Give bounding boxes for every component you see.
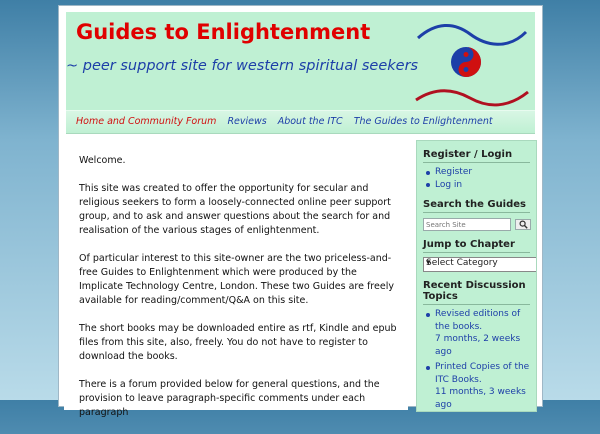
discussion-topic-link[interactable]: Printed Copies of the ITC Books. — [435, 362, 529, 385]
discussion-topic-time: 11 months, 3 weeks ago — [435, 387, 526, 410]
search-widget-title: Search the Guides — [423, 199, 530, 213]
discussion-topic-item[interactable]: Revised editions of the books. 7 months,… — [425, 308, 530, 358]
discussion-widget-title: Recent Discussion Topics — [423, 280, 530, 305]
register-link[interactable]: Register — [425, 166, 530, 179]
chapter-widget-title: Jump to Chapter — [423, 239, 530, 253]
discussion-topic-link[interactable]: Revised editions of the books. — [435, 309, 520, 332]
discussion-topic-time: 7 months, 2 weeks ago — [435, 334, 521, 357]
content-paragraph: The short books may be downloaded entire… — [79, 323, 397, 362]
nav-about-itc[interactable]: About the ITC — [278, 111, 343, 133]
nav-guides-to-enlightenment[interactable]: The Guides to Enlightenment — [354, 111, 493, 133]
site-tagline: ~ peer support site for western spiritua… — [66, 58, 419, 74]
nav-home-community-forum[interactable]: Home and Community Forum — [76, 111, 216, 133]
register-widget-title: Register / Login — [423, 149, 530, 163]
main-content: Welcome. This site was created to offer … — [64, 140, 408, 418]
content-paragraph: Of particular interest to this site-owne… — [79, 253, 394, 306]
page-frame: Guides to Enlightenment ~ peer support s… — [58, 5, 543, 418]
site-header: Guides to Enlightenment ~ peer support s… — [66, 12, 535, 110]
search-button[interactable] — [515, 219, 531, 230]
search-form — [423, 218, 536, 231]
content-paragraph: Welcome. — [79, 155, 126, 166]
content-paragraph: There is a forum provided below for gene… — [79, 379, 380, 418]
login-link[interactable]: Log in — [425, 179, 530, 192]
sidebar: Register / Login Register Log in Search … — [416, 140, 537, 412]
magnifier-icon — [518, 220, 528, 229]
yin-yang-waves-logo-icon — [415, 24, 529, 107]
content-paragraph: This site was created to offer the oppor… — [79, 183, 391, 236]
discussion-topic-item[interactable]: Printed Copies of the ITC Books. 11 mont… — [425, 361, 530, 411]
nav-reviews[interactable]: Reviews — [227, 111, 266, 133]
chevron-down-icon: ▾ — [426, 258, 431, 268]
chapter-select[interactable]: Select Category ▾ — [423, 257, 536, 272]
main-navigation: Home and Community Forum Reviews About t… — [66, 110, 535, 134]
site-title[interactable]: Guides to Enlightenment — [76, 20, 370, 44]
search-input[interactable] — [423, 218, 511, 231]
